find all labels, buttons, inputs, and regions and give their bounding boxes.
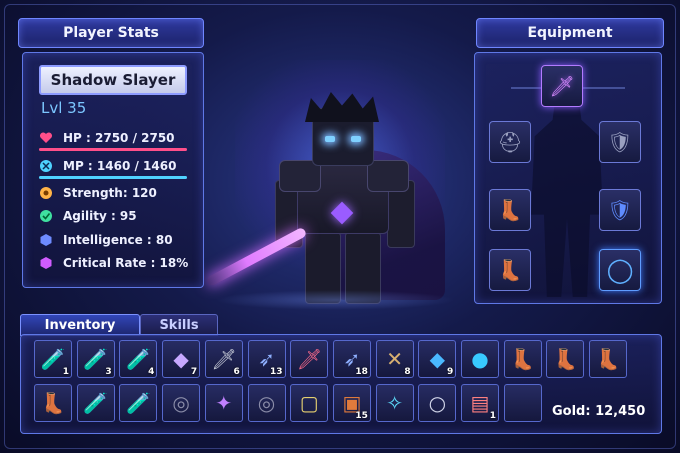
mp-label: MP : 1460 / 1460 <box>63 159 177 173</box>
hp-label: HP : 2750 / 2750 <box>63 131 175 145</box>
item-quantity: 8 <box>404 367 411 377</box>
ring-icon: ◯ <box>606 256 634 284</box>
inventory-slot[interactable]: 🧪 <box>76 384 115 422</box>
boots-icon: 👢 <box>595 347 621 371</box>
weapon-slot[interactable]: 🗡 <box>541 65 583 107</box>
strength-icon <box>39 186 53 200</box>
boots-icon: 👢 <box>552 347 578 371</box>
character-silhouette <box>531 91 603 297</box>
boots-icon: 👢 <box>40 391 66 415</box>
purple-crystal-icon: ✦ <box>215 391 233 415</box>
inventory-slot[interactable]: 🧪 <box>119 384 158 422</box>
inventory-slot[interactable]: ● <box>461 340 499 378</box>
inventory-slot[interactable]: ◆ 7 <box>162 340 201 378</box>
inventory-slot[interactable]: ➶ 13 <box>247 340 286 378</box>
skills-tab[interactable]: Skills <box>140 314 218 336</box>
inventory-slot[interactable]: 🧪 1 <box>34 340 72 378</box>
helmet-icon: ⛑ <box>497 130 523 154</box>
item-quantity: 9 <box>447 367 454 377</box>
chest-armor-icon: 🛡 <box>607 198 633 222</box>
inventory-slot[interactable]: ➶ 18 <box>332 340 371 378</box>
boots-icon: 👢 <box>497 258 523 282</box>
critical-icon <box>39 256 53 270</box>
inventory-slot[interactable]: ▤ 1 <box>461 384 499 422</box>
character-name: Shadow Slayer <box>39 65 187 95</box>
glowing-eye <box>325 136 335 142</box>
inventory-slot[interactable]: ◎ <box>162 384 201 422</box>
player-stats-panel: Shadow Slayer Lvl 35 HP : 2750 / 2750 MP… <box>22 52 204 288</box>
purple-sword-icon: 🗡 <box>549 74 575 98</box>
inventory-slot[interactable]: ◆ 9 <box>418 340 457 378</box>
strength-label: Strength: 120 <box>63 186 157 200</box>
inventory-slot[interactable]: 👢 <box>503 340 542 378</box>
item-quantity: 4 <box>148 367 155 377</box>
gold-amount: Gold: 12,450 <box>552 404 646 419</box>
intelligence-label: Intelligence : 80 <box>63 233 173 247</box>
item-quantity: 6 <box>233 367 240 377</box>
ring-slot[interactable]: ◯ <box>599 249 641 291</box>
inventory-tab[interactable]: Inventory <box>20 314 140 336</box>
boots-slot[interactable]: 👢 <box>489 249 531 291</box>
inventory-slot[interactable]: ✦ <box>204 384 243 422</box>
inventory-slot[interactable]: 👢 <box>589 340 628 378</box>
item-quantity: 13 <box>269 367 283 377</box>
agility-label: Agility : 95 <box>63 209 137 223</box>
inventory-slot[interactable]: ○ <box>418 384 457 422</box>
character-model <box>205 40 470 310</box>
necklace-icon: ○ <box>428 391 447 415</box>
strength-stat: Strength: 120 <box>39 186 157 200</box>
gloves-slot[interactable]: 👢 <box>489 189 531 231</box>
orb-icon: ● <box>471 347 489 371</box>
inventory-slot[interactable]: 👢 <box>546 340 585 378</box>
inventory-slot[interactable]: 🗡 6 <box>204 340 243 378</box>
equipment-panel: 🗡 ⛑ 🛡 👢 🛡 👢 ◯ <box>474 52 662 304</box>
player-stats-tab[interactable]: Player Stats <box>18 18 204 48</box>
shoulder-slot[interactable]: 🛡 <box>599 121 641 163</box>
item-quantity: 15 <box>355 411 368 421</box>
heart-icon <box>39 131 53 145</box>
inventory-slot[interactable]: ◎ <box>247 384 286 422</box>
inventory-slot[interactable]: 🗡 <box>290 340 329 378</box>
dark-ring-icon: ◎ <box>172 391 190 415</box>
helmet-slot[interactable]: ⛑ <box>489 121 531 163</box>
critical-label: Critical Rate : 18% <box>63 256 189 270</box>
pink-potion-icon: 🧪 <box>125 391 151 415</box>
agility-icon <box>39 209 53 223</box>
item-quantity: 3 <box>105 367 112 377</box>
boots-icon: 👢 <box>497 198 523 222</box>
empty-inventory-slot[interactable] <box>503 384 542 422</box>
hp-stat: HP : 2750 / 2750 <box>39 131 175 145</box>
critical-stat: Critical Rate : 18% <box>39 256 188 270</box>
intelligence-icon <box>39 233 53 247</box>
inventory-slot[interactable]: 👢 <box>34 384 72 422</box>
inventory-slot[interactable]: ▢ <box>290 384 329 422</box>
blue-potion-icon: 🧪 <box>83 391 109 415</box>
leather-boots-icon: 👢 <box>510 347 536 371</box>
mp-stat: MP : 1460 / 1460 <box>39 159 176 173</box>
hp-bar <box>39 148 187 151</box>
item-quantity: 18 <box>355 367 368 377</box>
character-level: Lvl 35 <box>41 99 87 117</box>
equipment-tab[interactable]: Equipment <box>476 18 664 48</box>
inventory-slot[interactable]: ✕ 8 <box>375 340 414 378</box>
glowing-eye <box>351 136 361 142</box>
item-quantity: 7 <box>190 367 198 377</box>
mana-crystal-icon <box>39 159 53 173</box>
intelligence-stat: Intelligence : 80 <box>39 233 173 247</box>
red-sword-icon: 🗡 <box>296 347 322 371</box>
item-quantity: 1 <box>62 367 69 377</box>
inventory-slot[interactable]: 🧪 3 <box>76 340 115 378</box>
inventory-slot[interactable]: ✧ <box>375 384 414 422</box>
gold-ring-icon: ▢ <box>299 391 319 415</box>
agility-stat: Agility : 95 <box>39 209 137 223</box>
mp-bar <box>39 176 187 179</box>
item-quantity: 1 <box>489 411 496 421</box>
inventory-slot[interactable]: 🧪 4 <box>119 340 158 378</box>
inventory-slot[interactable]: ▣ 15 <box>332 384 371 422</box>
shoulder-armor-icon: 🛡 <box>607 130 633 154</box>
amulet-icon: ✧ <box>386 391 403 415</box>
dark-ring-icon: ◎ <box>257 391 276 415</box>
chest-slot[interactable]: 🛡 <box>599 189 641 231</box>
